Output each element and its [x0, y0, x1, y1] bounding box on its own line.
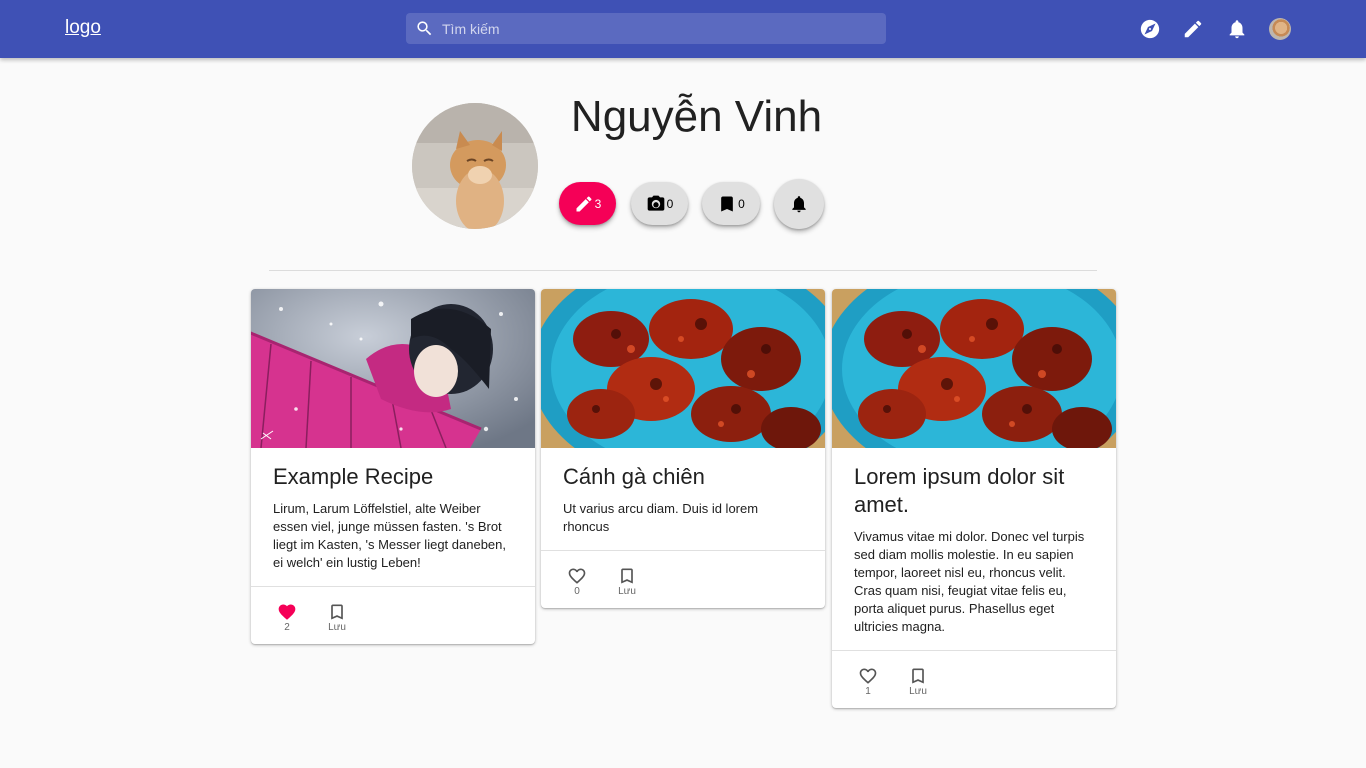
- like-button[interactable]: 0: [562, 566, 592, 598]
- logo-link[interactable]: logo: [65, 17, 101, 39]
- pencil-icon[interactable]: [1182, 18, 1204, 40]
- like-count: 2: [284, 622, 290, 633]
- divider: [269, 270, 1097, 271]
- heart-filled-icon: [278, 604, 296, 620]
- like-button[interactable]: 2: [272, 602, 302, 634]
- pencil-icon: [576, 195, 592, 211]
- card-actions: 0 Lưu: [541, 550, 825, 608]
- bookmark-outline-icon: [912, 668, 924, 684]
- cat-photo: [412, 103, 538, 229]
- bookmark-outline-icon: [621, 568, 633, 584]
- bookmark-icon: [721, 196, 733, 211]
- photos-count: 0: [666, 196, 674, 211]
- save-button[interactable]: Lưu: [322, 602, 352, 634]
- card-actions: 1 Lưu: [832, 650, 1116, 708]
- heart-outline-icon: [859, 668, 877, 684]
- recipe-image[interactable]: [541, 289, 825, 448]
- search-input[interactable]: [442, 13, 872, 44]
- notifications-button[interactable]: [774, 179, 824, 229]
- bell-icon[interactable]: [1226, 18, 1248, 40]
- recipe-card[interactable]: Lorem ipsum dolor sit amet. Vivamus vita…: [832, 289, 1116, 708]
- search-icon: [417, 21, 432, 36]
- bell-icon: [792, 196, 806, 213]
- heart-outline-icon: [568, 568, 586, 584]
- search-box[interactable]: [406, 13, 886, 44]
- profile-name: Nguyễn Vinh: [570, 92, 823, 141]
- recipe-image[interactable]: [832, 289, 1116, 448]
- like-button[interactable]: 1: [853, 666, 883, 698]
- app-bar: logo: [0, 0, 1366, 58]
- like-count: 0: [574, 586, 580, 597]
- saved-button[interactable]: 0: [702, 182, 760, 225]
- save-label: Lưu: [618, 586, 636, 597]
- save-button[interactable]: Lưu: [612, 566, 642, 598]
- profile-avatar: [412, 103, 538, 229]
- recipe-description: Ut varius arcu diam. Duis id lorem rhonc…: [563, 501, 759, 534]
- recipe-title[interactable]: Cánh gà chiên: [563, 463, 803, 491]
- recipe-description: Vivamus vitae mi dolor. Donec vel turpis…: [854, 529, 1085, 634]
- saved-count: 0: [738, 196, 745, 211]
- save-label: Lưu: [909, 686, 927, 697]
- posts-count: 3: [594, 196, 602, 211]
- photos-button[interactable]: 0: [631, 182, 688, 225]
- recipe-description: Lirum, Larum Löffelstiel, alte Weiber es…: [273, 501, 506, 570]
- camera-icon: [647, 195, 664, 211]
- recipe-image[interactable]: [251, 289, 535, 448]
- save-button[interactable]: Lưu: [903, 666, 933, 698]
- compass-icon[interactable]: [1139, 18, 1161, 40]
- save-label: Lưu: [328, 622, 346, 633]
- like-count: 1: [865, 686, 871, 697]
- posts-button[interactable]: 3: [559, 182, 616, 225]
- card-actions: 2 Lưu: [251, 586, 535, 644]
- user-avatar[interactable]: [1269, 18, 1291, 40]
- recipe-title[interactable]: Lorem ipsum dolor sit amet.: [854, 463, 1094, 519]
- recipe-title[interactable]: Example Recipe: [273, 463, 513, 491]
- recipe-card[interactable]: Example Recipe Lirum, Larum Löffelstiel,…: [251, 289, 535, 644]
- recipe-card[interactable]: Cánh gà chiên Ut varius arcu diam. Duis …: [541, 289, 825, 608]
- bookmark-outline-icon: [331, 604, 343, 620]
